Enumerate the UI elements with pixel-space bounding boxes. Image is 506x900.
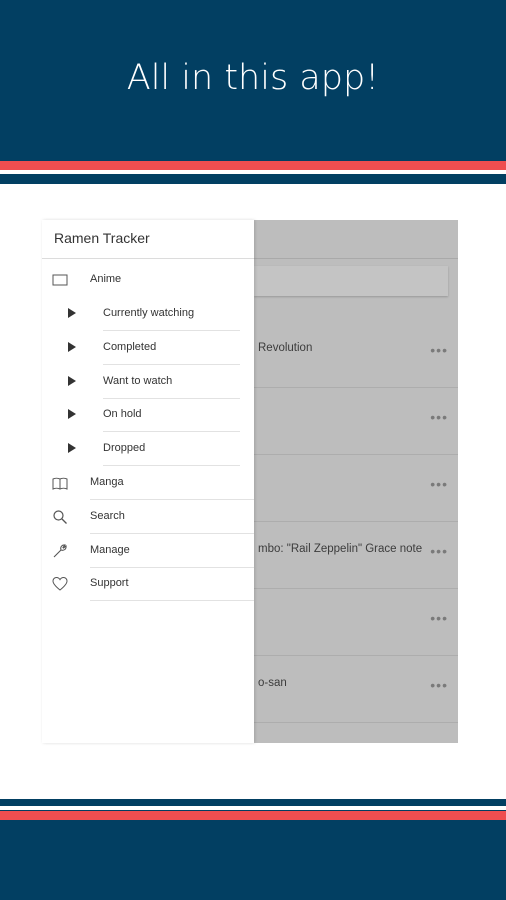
expand-arrow-icon: [68, 342, 76, 352]
app-title: Ramen Tracker: [54, 230, 150, 246]
nav-item-manage[interactable]: Manage: [42, 534, 254, 568]
more-options-icon[interactable]: •••: [430, 543, 448, 559]
top-white-stripe: [0, 170, 506, 174]
nav-subitem-label: On hold: [103, 408, 142, 420]
nav-item-label: Manage: [90, 544, 130, 556]
expand-arrow-icon: [68, 308, 76, 318]
nav-subitem-dropped[interactable]: Dropped: [42, 432, 254, 466]
divider: [90, 600, 254, 601]
list-item-title: o-san: [258, 677, 287, 689]
nav-item-label: Anime: [90, 273, 122, 285]
list-item[interactable]: •••: [254, 387, 458, 455]
nav-item-label: Search: [90, 510, 125, 522]
nav-subitem-want-to-watch[interactable]: Want to watch: [42, 365, 254, 399]
list-item[interactable]: mbo: "Rail Zeppelin" Grace note •••: [254, 521, 458, 589]
drawer-divider: [42, 258, 254, 259]
nav-subitem-label: Currently watching: [103, 307, 195, 319]
bottom-red-stripe: [0, 811, 506, 820]
nav-subitem-on-hold[interactable]: On hold: [42, 398, 254, 432]
more-options-icon[interactable]: •••: [430, 677, 448, 693]
search-icon: [52, 509, 68, 525]
list-item-title: mbo: "Rail Zeppelin" Grace note: [258, 543, 423, 555]
nav-item-anime[interactable]: Anime: [42, 263, 254, 297]
more-options-icon[interactable]: •••: [430, 476, 448, 492]
book-icon: [52, 475, 68, 491]
app-screen: Revolution ••• ••• ••• mbo: "Rail Zeppel…: [42, 220, 458, 743]
expand-arrow-icon: [68, 376, 76, 386]
nav-subitem-label: Completed: [103, 341, 157, 353]
top-banner: All in this app!: [0, 0, 506, 184]
banner-title: All in this app!: [126, 58, 380, 98]
monitor-icon: [52, 272, 68, 288]
heart-icon: [52, 576, 68, 592]
list-item[interactable]: Revolution •••: [254, 320, 458, 388]
search-bar[interactable]: [254, 266, 448, 296]
header-divider: [254, 258, 458, 259]
list-item[interactable]: •••: [254, 588, 458, 656]
list-item-title: Revolution: [258, 342, 313, 354]
top-red-stripe: [0, 161, 506, 170]
nav-item-search[interactable]: Search: [42, 500, 254, 534]
nav-item-support[interactable]: Support: [42, 567, 254, 601]
more-options-icon[interactable]: •••: [430, 409, 448, 425]
nav-item-manga[interactable]: Manga: [42, 466, 254, 500]
nav-subitem-label: Dropped: [103, 442, 146, 454]
nav-item-label: Manga: [90, 476, 124, 488]
bottom-white-stripe: [0, 806, 506, 810]
nav-subitem-currently-watching[interactable]: Currently watching: [42, 297, 254, 331]
nav-item-label: Support: [90, 577, 129, 589]
nav-drawer: Ramen Tracker Anime Currently watching C…: [42, 220, 254, 743]
more-options-icon[interactable]: •••: [430, 342, 448, 358]
expand-arrow-icon: [68, 443, 76, 453]
list-item[interactable]: •••: [254, 454, 458, 522]
list-item[interactable]: o-san •••: [254, 655, 458, 723]
nav-subitem-label: Want to watch: [103, 375, 173, 387]
nav-subitem-completed[interactable]: Completed: [42, 331, 254, 365]
wrench-icon: [52, 543, 68, 559]
more-options-icon[interactable]: •••: [430, 610, 448, 626]
expand-arrow-icon: [68, 409, 76, 419]
